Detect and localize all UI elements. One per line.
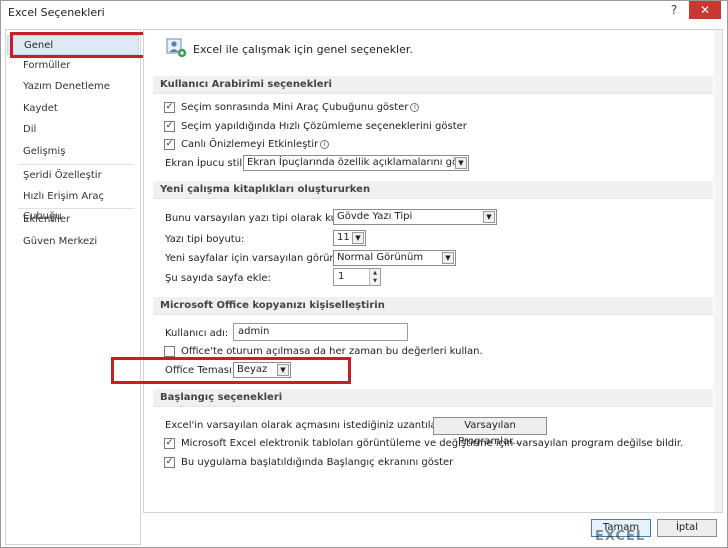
dialog-title: Excel Seçenekleri: [8, 6, 105, 19]
info-icon: i: [410, 103, 420, 112]
live-preview-checkbox[interactable]: ✓: [164, 139, 175, 150]
not-default-label: Microsoft Excel elektronik tabloları gör…: [181, 438, 684, 449]
vertical-scrollbar[interactable]: [714, 30, 722, 512]
section-startup: Başlangıç seçenekleri: [153, 389, 713, 407]
font-size-label: Yazı tipi boyutu:: [165, 234, 245, 245]
extensions-label: Excel'in varsayılan olarak açmasını iste…: [165, 420, 477, 431]
quick-analysis-checkbox[interactable]: ✓: [164, 121, 175, 132]
sidebar-item-eklentiler[interactable]: Eklentiler: [7, 210, 139, 230]
section-personalize: Microsoft Office kopyanızı kişiselleştir…: [153, 297, 713, 315]
chevron-down-icon: ▼: [483, 211, 495, 223]
sidebar-item-hizli-erisim[interactable]: Hızlı Erişim Araç Çubuğu: [7, 187, 139, 222]
sidebar-item-gelismis[interactable]: Gelişmiş: [7, 142, 139, 162]
sidebar: Genel Formüller Yazım Denetleme Kaydet D…: [5, 29, 141, 545]
always-use-checkbox[interactable]: [164, 346, 175, 357]
chevron-down-icon: ▼: [442, 252, 454, 264]
chevron-down-icon: ▼: [352, 232, 364, 244]
sheet-count-label: Şu sayıda sayfa ekle:: [165, 273, 271, 284]
watermark: EXCEL: [595, 529, 646, 544]
default-font-value: Gövde Yazı Tipi: [337, 211, 413, 222]
screentip-select[interactable]: Ekran İpuçlarında özellik açıklamalarını…: [243, 155, 469, 171]
mini-toolbar-label: Seçim sonrasında Mini Araç Çubuğunu göst…: [181, 102, 409, 113]
section-ui-options: Kullanıcı Arabirimi seçenekleri: [153, 76, 713, 94]
spin-arrows-icon[interactable]: ▲ ▼: [369, 269, 380, 285]
sheet-count-value: 1: [338, 271, 345, 282]
default-font-label: Bunu varsayılan yazı tipi olarak kullan:: [165, 213, 359, 224]
main-panel: Excel ile çalışmak için genel seçenekler…: [143, 29, 723, 513]
font-size-value: 11: [337, 232, 350, 243]
sidebar-item-dil[interactable]: Dil: [7, 120, 139, 140]
sidebar-item-kaydet[interactable]: Kaydet: [7, 99, 139, 119]
screentip-value: Ekran İpuçlarında özellik açıklamalarını…: [247, 157, 469, 168]
options-dialog: Excel Seçenekleri ? ✕ Genel Formüller Ya…: [0, 0, 728, 548]
show-start-label: Bu uygulama başlatıldığında Başlangıç ek…: [181, 457, 454, 468]
always-use-label: Office'te oturum açılmasa da her zaman b…: [181, 346, 483, 357]
username-label: Kullanıcı adı:: [165, 328, 229, 339]
sidebar-item-formuller[interactable]: Formüller: [7, 56, 139, 76]
live-preview-option: Canlı Önizlemeyi Etkinleştir i: [181, 139, 330, 150]
help-icon[interactable]: ?: [661, 1, 687, 19]
quick-analysis-label: Seçim yapıldığında Hızlı Çözümleme seçen…: [181, 121, 467, 132]
sidebar-item-guven-merkezi[interactable]: Güven Merkezi: [7, 232, 139, 252]
sidebar-divider: [18, 164, 134, 165]
highlight-box: [10, 32, 157, 58]
sidebar-item-yazim-denetleme[interactable]: Yazım Denetleme: [7, 77, 139, 97]
highlight-box: [111, 357, 351, 384]
close-icon[interactable]: ✕: [689, 1, 721, 19]
section-new-workbooks: Yeni çalışma kitaplıkları oluştururken: [153, 181, 713, 199]
chevron-down-icon: ▼: [455, 157, 467, 169]
not-default-checkbox[interactable]: ✓: [164, 438, 175, 449]
page-header: Excel ile çalışmak için genel seçenekler…: [193, 43, 413, 56]
people-settings-icon: [166, 38, 187, 58]
title-bar: Excel Seçenekleri ? ✕: [1, 1, 727, 25]
live-preview-label: Canlı Önizlemeyi Etkinleştir: [181, 139, 319, 150]
info-icon: i: [320, 140, 330, 149]
mini-toolbar-option: Seçim sonrasında Mini Araç Çubuğunu göst…: [181, 102, 420, 113]
default-view-value: Normal Görünüm: [337, 252, 424, 263]
sheet-count-stepper[interactable]: 1 ▲ ▼: [333, 268, 381, 286]
screentip-label: Ekran İpucu stili:: [165, 158, 249, 169]
default-view-label: Yeni sayfalar için varsayılan görünüm:: [165, 253, 356, 264]
sidebar-item-seridi-ozellestir[interactable]: Şeridi Özelleştir: [7, 166, 139, 186]
default-programs-button[interactable]: Varsayılan Programlar...: [433, 417, 547, 447]
mini-toolbar-checkbox[interactable]: ✓: [164, 102, 175, 113]
font-size-select[interactable]: 11 ▼: [333, 230, 366, 246]
username-input[interactable]: admin: [233, 323, 408, 341]
sidebar-divider: [18, 208, 134, 209]
show-start-checkbox[interactable]: ✓: [164, 457, 175, 468]
default-view-select[interactable]: Normal Görünüm ▼: [333, 250, 456, 266]
default-font-select[interactable]: Gövde Yazı Tipi ▼: [333, 209, 497, 225]
